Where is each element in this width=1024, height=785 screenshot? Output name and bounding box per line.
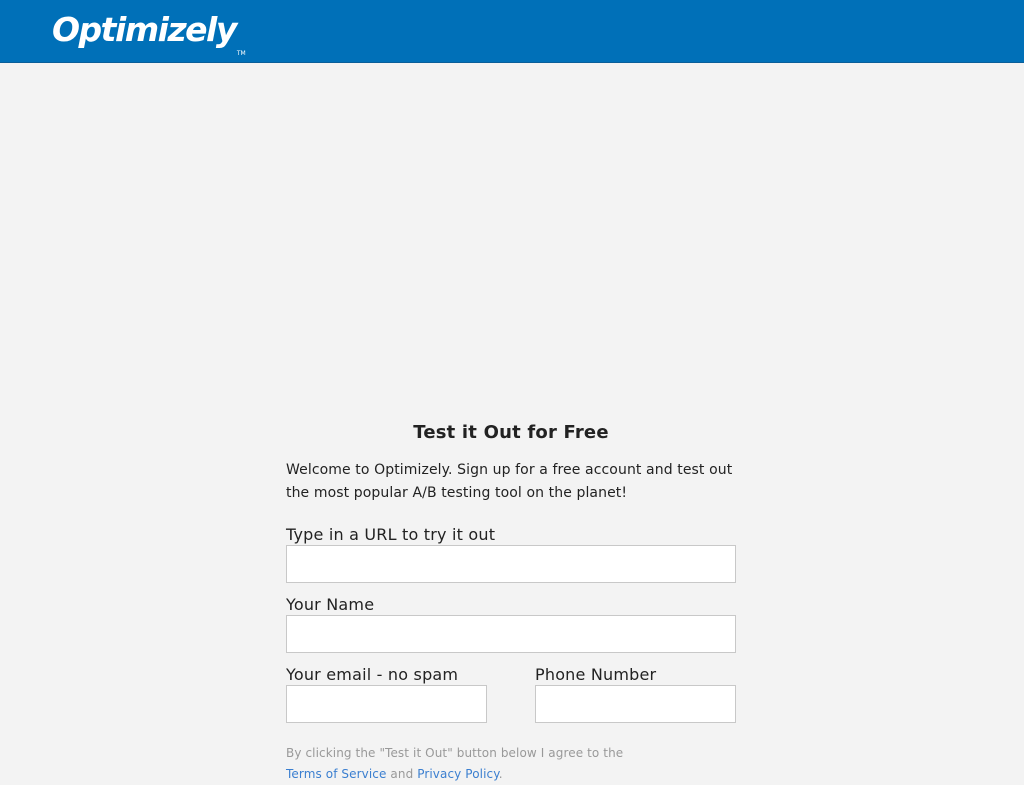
signup-form: Test it Out for Free Welcome to Optimize…: [286, 420, 736, 785]
email-field-group: Your email - no spam: [286, 665, 487, 723]
legal-suffix: .: [498, 767, 503, 781]
legal-and: and: [390, 767, 414, 781]
name-field-group: Your Name: [286, 595, 736, 653]
legal-notice: By clicking the "Test it Out" button bel…: [286, 743, 736, 785]
terms-of-service-link[interactable]: Terms of Service: [286, 767, 386, 781]
name-label: Your Name: [286, 595, 375, 614]
phone-label: Phone Number: [535, 665, 657, 684]
contact-row: Your email - no spam Phone Number: [286, 665, 736, 723]
logo-trademark: TM: [236, 50, 246, 57]
form-title: Test it Out for Free: [413, 422, 609, 443]
url-input[interactable]: [286, 545, 736, 583]
url-label: Type in a URL to try it out: [286, 525, 496, 544]
phone-input[interactable]: [535, 685, 736, 723]
privacy-policy-link[interactable]: Privacy Policy: [417, 767, 498, 781]
url-field-group: Type in a URL to try it out: [286, 525, 736, 583]
optimizely-logo[interactable]: OptimizelyTM: [52, 8, 246, 57]
email-input[interactable]: [286, 685, 487, 723]
name-input[interactable]: [286, 615, 736, 653]
legal-prefix: By clicking the "Test it Out" button bel…: [286, 746, 624, 760]
top-header-bar: OptimizelyTM: [0, 0, 1024, 63]
phone-field-group: Phone Number: [535, 665, 736, 723]
intro-text: Welcome to Optimizely. Sign up for a fre…: [286, 462, 733, 501]
email-label: Your email - no spam: [286, 665, 459, 684]
logo-wordmark: Optimizely: [52, 10, 237, 49]
